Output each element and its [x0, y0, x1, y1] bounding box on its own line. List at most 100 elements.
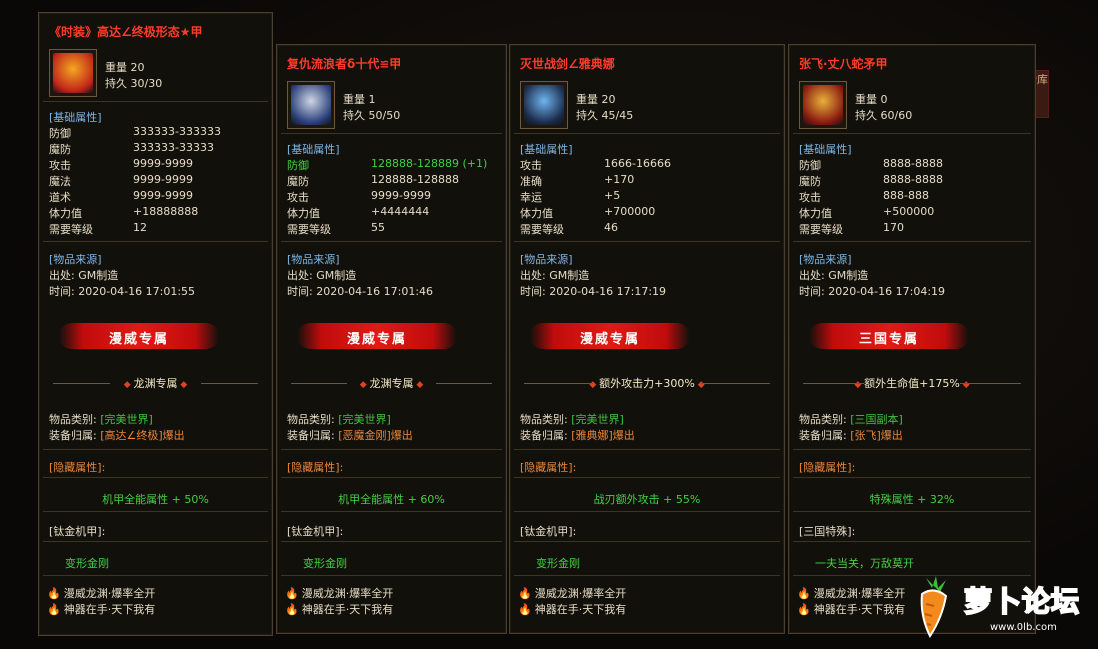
attribute-name: 道术	[49, 191, 71, 204]
item-tooltip-panel: 灭世战剑∠雅典娜 重量 20 持久 45/45 [基础属性] 攻击 1666-1666…	[509, 44, 785, 634]
attribute-value: +5	[604, 189, 621, 202]
origin-text: 出处: GM制造	[49, 269, 119, 282]
footer-text: 神器在手·天下我有	[534, 603, 627, 616]
banner-text: 漫威专属	[579, 332, 640, 347]
owner-value: [恶魔金刚]爆出	[338, 429, 413, 442]
attribute-value: 170	[883, 221, 904, 234]
divider	[281, 241, 502, 242]
divider	[43, 477, 268, 478]
attribute-value: 12	[133, 221, 147, 234]
divider	[281, 511, 502, 512]
item-source-label: [物品来源]	[287, 253, 340, 266]
attribute-value: +700000	[604, 205, 656, 218]
attribute-value: 888-888	[883, 189, 929, 202]
footer-text: 漫威龙渊·爆率全开	[301, 587, 394, 600]
special-label: [钛金机甲]:	[287, 525, 344, 538]
divider	[281, 133, 502, 134]
attribute-name: 体力值	[49, 207, 82, 220]
item-tooltip-panel: 复仇流浪者δ十代≌甲 重量 1 持久 50/50 [基础属性] 防御 128888-1…	[276, 44, 507, 634]
footer-text: 漫威龙渊·爆率全开	[63, 587, 156, 600]
item-image-icon	[53, 53, 93, 93]
exclusive-banner: 漫威专属	[297, 323, 457, 349]
divider	[793, 511, 1031, 512]
footer-text: 神器在手·天下我有	[301, 603, 394, 616]
ornament-divider: ◆ 额外生命值+175% ◆	[803, 375, 1021, 391]
footer-slogan: 🔥 神器在手·天下我有	[797, 601, 905, 617]
divider	[514, 477, 780, 478]
attribute-value: 9999-9999	[133, 173, 193, 186]
hidden-attribute-value: 战刃额外攻击 + 55%	[593, 493, 701, 506]
attribute-row: 魔防 8888-8888	[799, 173, 1025, 189]
durability-text: 持久 45/45	[576, 109, 634, 122]
durability-text: 持久 30/30	[105, 77, 163, 90]
footer-text: 漫威龙渊·爆率全开	[813, 587, 906, 600]
origin-text: 出处: GM制造	[287, 269, 357, 282]
item-icon	[49, 49, 97, 97]
attribute-name: 体力值	[520, 207, 553, 220]
divider	[43, 575, 268, 576]
carrot-icon	[920, 576, 948, 638]
attribute-name: 防御	[799, 159, 821, 172]
attribute-value: 333333-33333	[133, 141, 214, 154]
divider	[514, 449, 780, 450]
ornament-line	[200, 383, 258, 384]
origin-text: 出处: GM制造	[520, 269, 590, 282]
attribute-name: 需要等级	[287, 223, 331, 236]
base-attributes-label: [基础属性]	[799, 143, 852, 156]
attribute-name: 魔法	[49, 175, 71, 188]
ornament-text: 龙渊专属	[369, 377, 414, 390]
divider	[281, 477, 502, 478]
item-tooltip-panel: 《时装》高达∠终极形态★甲 重量 20 持久 30/30 [基础属性] 防御 3333…	[38, 12, 273, 636]
item-image-icon	[291, 85, 331, 125]
category-key: 物品类别:	[287, 413, 335, 426]
owner-key: 装备归属:	[520, 429, 568, 442]
item-image-icon	[524, 85, 564, 125]
footer-text: 漫威龙渊·爆率全开	[534, 587, 627, 600]
ornament-line	[524, 383, 593, 384]
item-category: 物品类别: [三国副本]	[799, 411, 903, 427]
footer-text: 神器在手·天下我有	[813, 603, 906, 616]
attribute-row: 体力值 +18888888	[49, 205, 262, 221]
attribute-row: 体力值 +700000	[520, 205, 774, 221]
attribute-value: 8888-8888	[883, 173, 943, 186]
ornament-divider: ◆ 龙渊专属 ◆	[291, 375, 492, 391]
attribute-value: 1666-16666	[604, 157, 671, 170]
ornament-line	[959, 383, 1021, 384]
attribute-name: 需要等级	[49, 223, 93, 236]
item-source-label: [物品来源]	[520, 253, 573, 266]
base-attributes-label: [基础属性]	[520, 143, 573, 156]
attribute-value: +4444444	[371, 205, 430, 218]
special-value: 一夫当关，万敌莫开	[815, 557, 914, 570]
hidden-attributes-label: [隐藏属性]:	[799, 461, 856, 474]
hidden-attributes-label: [隐藏属性]:	[49, 461, 106, 474]
divider	[514, 541, 780, 542]
attribute-name: 需要等级	[799, 223, 843, 236]
ornament-line	[803, 383, 865, 384]
category-value: [完美世界]	[100, 413, 153, 426]
flame-icon: 🔥	[47, 587, 61, 600]
banner-text: 漫威专属	[346, 332, 407, 347]
time-text: 时间: 2020-04-16 17:04:19	[799, 285, 946, 298]
attribute-value: 46	[604, 221, 618, 234]
base-attributes-label: [基础属性]	[287, 143, 340, 156]
attribute-value: 333333-333333	[133, 125, 221, 138]
divider	[793, 133, 1031, 134]
diamond-icon: ◆	[359, 380, 370, 390]
exclusive-banner: 漫威专属	[530, 323, 690, 349]
attribute-row: 道术 9999-9999	[49, 189, 262, 205]
footer-slogan: 🔥 神器在手·天下我有	[285, 601, 393, 617]
item-title: 灭世战剑∠雅典娜	[520, 57, 615, 71]
attribute-row: 需要等级 55	[287, 221, 496, 237]
attribute-row: 准确 +170	[520, 173, 774, 189]
item-tooltip-panel: 张飞·丈八蛇矛甲 重量 0 持久 60/60 [基础属性] 防御 8888-8888 …	[788, 44, 1036, 634]
attribute-row: 防御 128888-128889 (+1)	[287, 157, 496, 173]
diamond-icon: ◆	[413, 380, 424, 390]
ornament-line	[701, 383, 770, 384]
attribute-name: 魔防	[799, 175, 821, 188]
divider	[514, 241, 780, 242]
attribute-value: 9999-9999	[133, 157, 193, 170]
item-title: 《时装》高达∠终极形态★甲	[49, 25, 203, 39]
exclusive-banner: 漫威专属	[59, 323, 219, 349]
attribute-row: 攻击 9999-9999	[49, 157, 262, 173]
footer-slogan: 🔥 神器在手·天下我有	[47, 601, 155, 617]
